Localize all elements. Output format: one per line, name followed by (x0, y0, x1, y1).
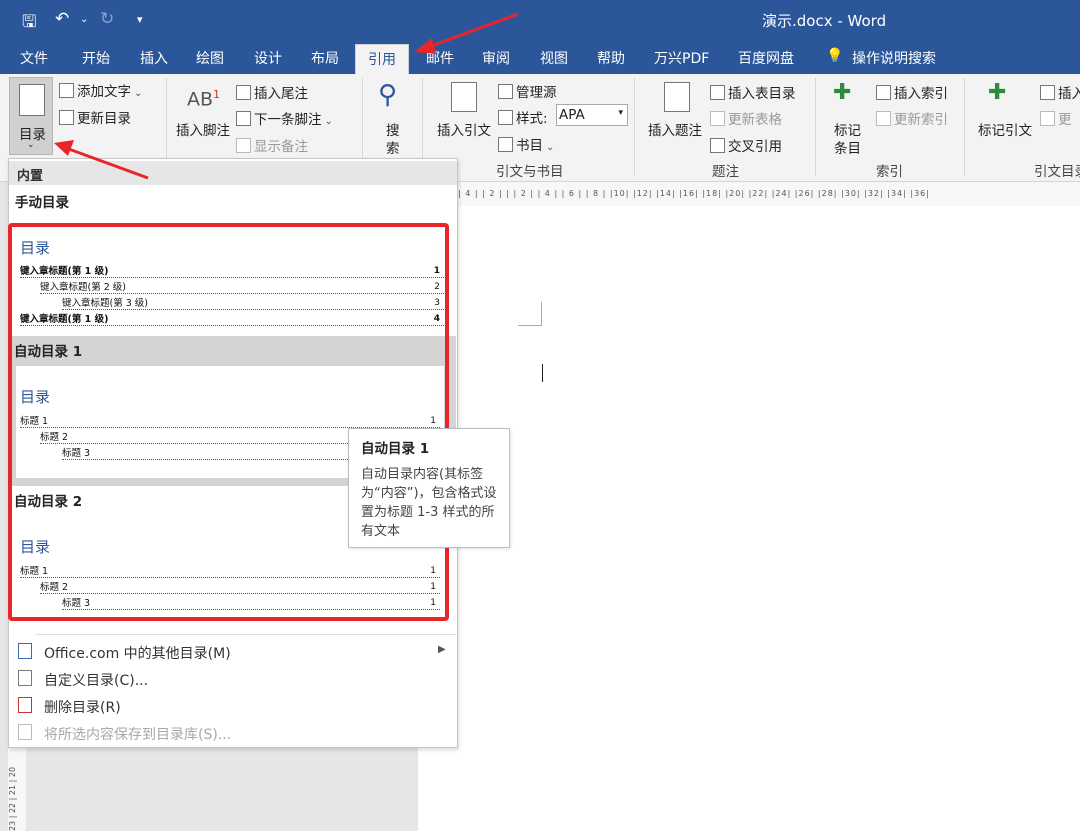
annotation-arrows (54, 12, 519, 180)
arrow-to-references-tab (425, 12, 519, 50)
arrow-head (414, 38, 436, 54)
arrow-to-toc-button (65, 146, 149, 180)
arrow-head (54, 140, 74, 156)
